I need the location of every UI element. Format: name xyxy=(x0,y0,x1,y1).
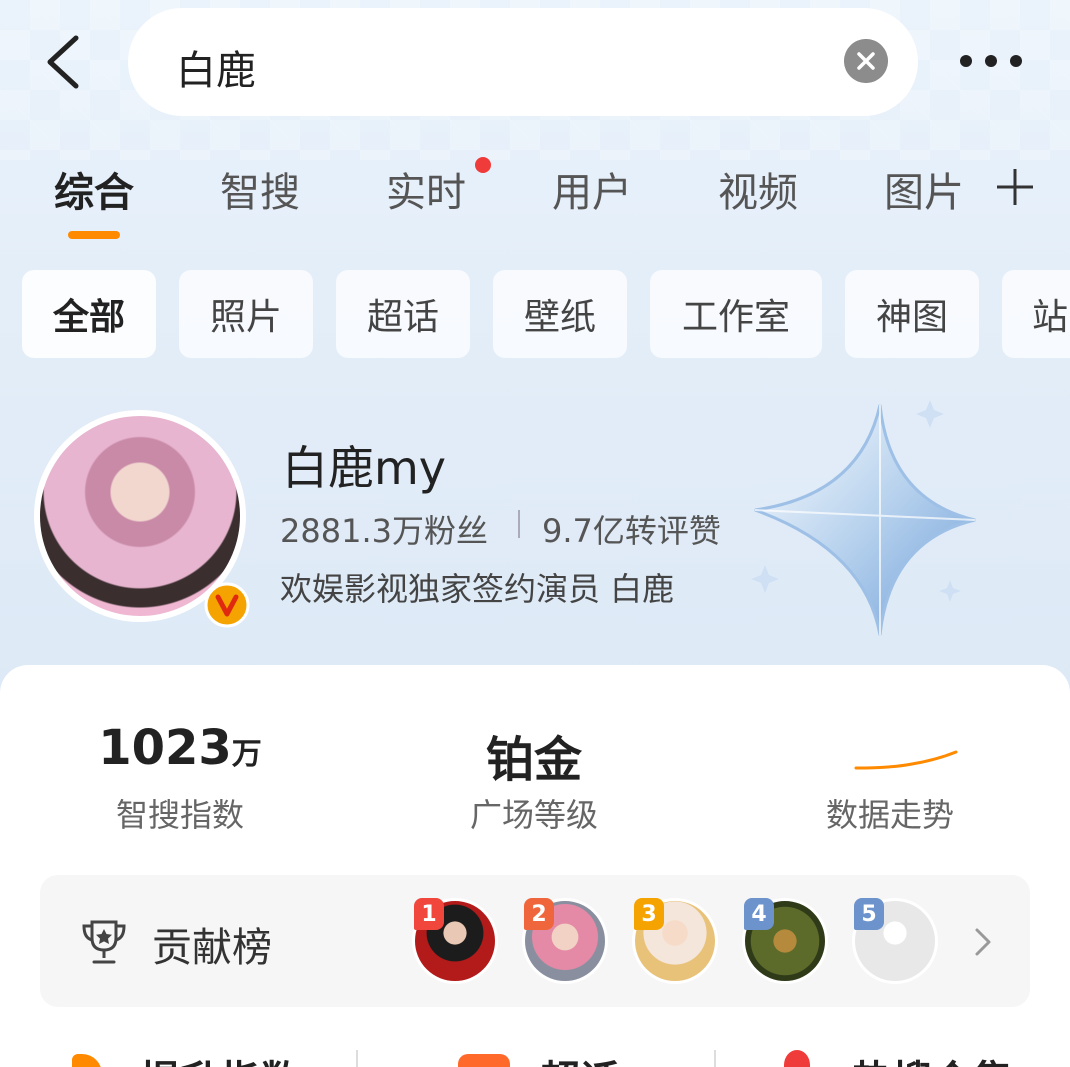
rank-2-badge: 2 xyxy=(524,898,554,930)
hot-search-action[interactable]: 热搜合集 xyxy=(852,1048,1012,1067)
hot-search-icon xyxy=(784,1050,810,1067)
verified-badge-icon xyxy=(204,582,250,628)
add-tab-icon[interactable] xyxy=(994,166,1036,208)
tab-videos[interactable]: 视频 xyxy=(718,160,798,218)
more-icon[interactable] xyxy=(958,52,1024,70)
crystal-star-icon xyxy=(751,400,976,636)
profile-description: 欢娱影视独家签约演员 白鹿 xyxy=(280,570,675,608)
notification-dot xyxy=(475,157,491,173)
plaza-level[interactable]: 铂金 xyxy=(444,720,624,790)
chip-photos[interactable]: 照片 xyxy=(179,270,313,358)
chip-station[interactable]: 站 xyxy=(1002,270,1070,358)
search-index-label: 智搜指数 xyxy=(115,796,244,834)
chip-wallpaper[interactable]: 壁纸 xyxy=(493,270,627,358)
search-index[interactable]: 1023万 xyxy=(90,720,270,776)
super-topic-icon xyxy=(458,1054,510,1067)
super-topic-action[interactable]: 超话 xyxy=(540,1048,620,1067)
trend-label[interactable]: 数据走势 xyxy=(800,790,980,836)
tab-users[interactable]: 用户 xyxy=(552,160,632,218)
chevron-right-icon[interactable] xyxy=(972,926,994,958)
profile-name[interactable]: 白鹿my xyxy=(282,432,446,498)
chip-super-topic[interactable]: 超话 xyxy=(336,270,470,358)
search-index-value: 1023 xyxy=(98,720,232,776)
chip-all[interactable]: 全部 xyxy=(22,270,156,358)
active-tab-indicator xyxy=(68,231,120,239)
plaza-level-label: 广场等级 xyxy=(469,796,598,834)
fans-count: 2881.3万粉丝 xyxy=(280,512,488,550)
trophy-icon xyxy=(82,920,126,964)
rank-4-badge: 4 xyxy=(744,898,774,930)
profile-stats: 2881.3万粉丝 9.7亿转评赞 xyxy=(280,506,721,552)
search-index-unit: 万 xyxy=(231,737,262,772)
clear-icon[interactable] xyxy=(844,39,888,83)
rank-1-badge: 1 xyxy=(414,898,444,930)
interaction-count: 9.7亿转评赞 xyxy=(541,512,721,550)
chip-studio[interactable]: 工作室 xyxy=(650,270,822,358)
search-query: 白鹿 xyxy=(176,48,256,94)
back-arrow-icon[interactable] xyxy=(40,34,88,90)
tab-smart-search[interactable]: 智搜 xyxy=(220,160,300,218)
rank-5-badge: 5 xyxy=(854,898,884,930)
tab-images[interactable]: 图片 xyxy=(884,160,964,218)
rank-3-badge: 3 xyxy=(634,898,664,930)
tab-comprehensive[interactable]: 综合 xyxy=(54,160,134,218)
boost-index-action[interactable]: 提升指数 xyxy=(140,1048,300,1067)
chip-god-images[interactable]: 神图 xyxy=(845,270,979,358)
bottom-actions: 提升指数 超话 热搜合集 xyxy=(0,1040,1070,1067)
search-input[interactable]: 白鹿 xyxy=(128,8,918,116)
tab-realtime[interactable]: 实时 xyxy=(386,160,466,218)
contribution-label: 贡献榜 xyxy=(152,925,272,971)
boost-index-icon xyxy=(72,1054,102,1067)
trend-sparkline[interactable] xyxy=(852,740,960,780)
